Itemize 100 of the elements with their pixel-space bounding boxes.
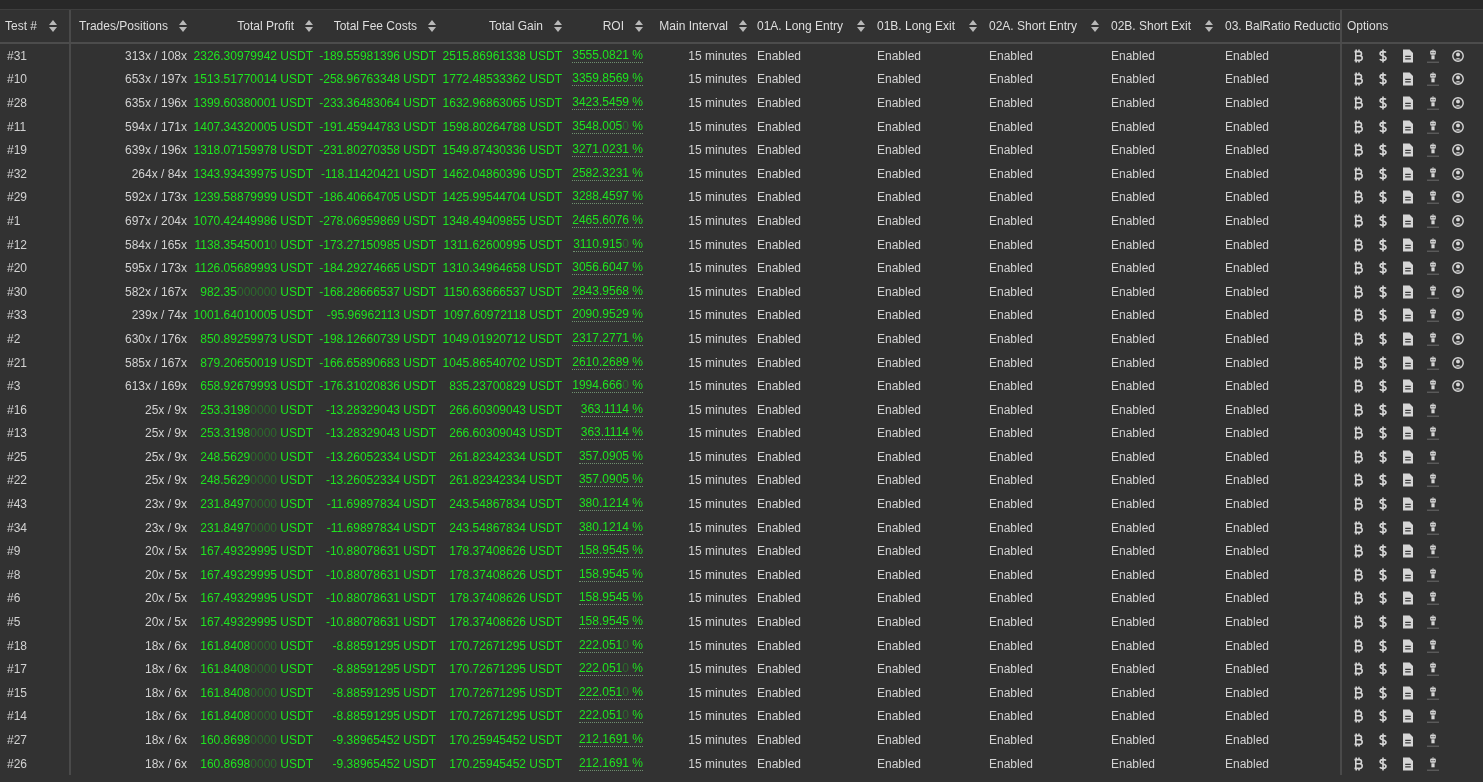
document-icon[interactable]	[1402, 756, 1414, 771]
column-header[interactable]: ROI	[602, 19, 643, 33]
robot-icon[interactable]	[1427, 638, 1439, 653]
document-icon[interactable]	[1402, 48, 1414, 63]
bitcoin-icon[interactable]	[1352, 662, 1364, 677]
robot-icon[interactable]	[1427, 544, 1439, 559]
document-icon[interactable]	[1402, 449, 1414, 464]
robot-icon[interactable]	[1427, 520, 1439, 535]
document-icon[interactable]	[1402, 733, 1414, 747]
bitcoin-icon[interactable]	[1352, 379, 1364, 394]
dollar-icon[interactable]	[1377, 638, 1389, 653]
column-header[interactable]: Total Profit	[237, 19, 313, 33]
robot-icon[interactable]	[1427, 190, 1439, 205]
bitcoin-icon[interactable]	[1352, 685, 1364, 700]
document-icon[interactable]	[1402, 662, 1414, 677]
column-header[interactable]: Test #	[5, 19, 57, 33]
dollar-icon[interactable]	[1377, 756, 1389, 771]
document-icon[interactable]	[1402, 544, 1414, 559]
bitcoin-icon[interactable]	[1352, 308, 1364, 323]
dollar-icon[interactable]	[1377, 426, 1389, 441]
dollar-icon[interactable]	[1377, 497, 1389, 512]
bitcoin-icon[interactable]	[1352, 119, 1364, 134]
user-icon[interactable]	[1452, 190, 1464, 205]
robot-icon[interactable]	[1427, 261, 1439, 276]
user-icon[interactable]	[1452, 48, 1464, 63]
robot-icon[interactable]	[1427, 213, 1439, 228]
robot-icon[interactable]	[1427, 284, 1439, 299]
robot-icon[interactable]	[1427, 72, 1439, 87]
bitcoin-icon[interactable]	[1352, 48, 1364, 63]
dollar-icon[interactable]	[1377, 48, 1389, 63]
bitcoin-icon[interactable]	[1352, 733, 1364, 747]
column-header[interactable]: 02B. Short Exit	[1111, 19, 1214, 33]
user-icon[interactable]	[1452, 143, 1464, 158]
dollar-icon[interactable]	[1377, 709, 1389, 724]
robot-icon[interactable]	[1427, 733, 1439, 747]
column-header[interactable]: 01B. Long Exit	[877, 19, 978, 33]
user-icon[interactable]	[1452, 331, 1464, 346]
bitcoin-icon[interactable]	[1352, 756, 1364, 771]
column-header[interactable]: Main Interval	[659, 19, 747, 33]
bitcoin-icon[interactable]	[1352, 261, 1364, 276]
sort-icon[interactable]	[49, 20, 57, 32]
robot-icon[interactable]	[1427, 756, 1439, 771]
bitcoin-icon[interactable]	[1352, 544, 1364, 559]
dollar-icon[interactable]	[1377, 685, 1389, 700]
dollar-icon[interactable]	[1377, 190, 1389, 205]
robot-icon[interactable]	[1427, 331, 1439, 346]
dollar-icon[interactable]	[1377, 261, 1389, 276]
document-icon[interactable]	[1402, 615, 1414, 630]
robot-icon[interactable]	[1427, 426, 1439, 441]
robot-icon[interactable]	[1427, 308, 1439, 323]
bitcoin-icon[interactable]	[1352, 143, 1364, 158]
bitcoin-icon[interactable]	[1352, 355, 1364, 370]
user-icon[interactable]	[1452, 284, 1464, 299]
robot-icon[interactable]	[1427, 355, 1439, 370]
dollar-icon[interactable]	[1377, 449, 1389, 464]
column-header[interactable]: 01A. Long Entry	[757, 19, 866, 33]
document-icon[interactable]	[1402, 261, 1414, 276]
dollar-icon[interactable]	[1377, 308, 1389, 323]
document-icon[interactable]	[1402, 355, 1414, 370]
robot-icon[interactable]	[1427, 143, 1439, 158]
sort-icon[interactable]	[969, 20, 978, 32]
user-icon[interactable]	[1452, 119, 1464, 134]
dollar-icon[interactable]	[1377, 284, 1389, 299]
column-header[interactable]: Total Fee Costs	[333, 19, 436, 33]
sort-icon[interactable]	[739, 20, 747, 32]
sort-icon[interactable]	[635, 20, 643, 32]
bitcoin-icon[interactable]	[1352, 166, 1364, 181]
bitcoin-icon[interactable]	[1352, 426, 1364, 441]
user-icon[interactable]	[1452, 96, 1464, 110]
column-header[interactable]: Total Gain	[488, 19, 562, 33]
dollar-icon[interactable]	[1377, 662, 1389, 677]
sort-icon[interactable]	[305, 20, 313, 32]
sort-icon[interactable]	[428, 20, 436, 32]
dollar-icon[interactable]	[1377, 520, 1389, 535]
bitcoin-icon[interactable]	[1352, 473, 1364, 488]
bitcoin-icon[interactable]	[1352, 96, 1364, 110]
bitcoin-icon[interactable]	[1352, 331, 1364, 346]
document-icon[interactable]	[1402, 709, 1414, 724]
bitcoin-icon[interactable]	[1352, 190, 1364, 205]
document-icon[interactable]	[1402, 379, 1414, 394]
dollar-icon[interactable]	[1377, 237, 1389, 252]
bitcoin-icon[interactable]	[1352, 497, 1364, 512]
document-icon[interactable]	[1402, 331, 1414, 346]
dollar-icon[interactable]	[1377, 591, 1389, 606]
bitcoin-icon[interactable]	[1352, 567, 1364, 582]
user-icon[interactable]	[1452, 166, 1464, 181]
bitcoin-icon[interactable]	[1352, 709, 1364, 724]
document-icon[interactable]	[1402, 119, 1414, 134]
document-icon[interactable]	[1402, 284, 1414, 299]
bitcoin-icon[interactable]	[1352, 72, 1364, 87]
robot-icon[interactable]	[1427, 449, 1439, 464]
bitcoin-icon[interactable]	[1352, 449, 1364, 464]
document-icon[interactable]	[1402, 473, 1414, 488]
dollar-icon[interactable]	[1377, 96, 1389, 110]
robot-icon[interactable]	[1427, 48, 1439, 63]
dollar-icon[interactable]	[1377, 143, 1389, 158]
user-icon[interactable]	[1452, 213, 1464, 228]
robot-icon[interactable]	[1427, 709, 1439, 724]
robot-icon[interactable]	[1427, 96, 1439, 110]
document-icon[interactable]	[1402, 143, 1414, 158]
